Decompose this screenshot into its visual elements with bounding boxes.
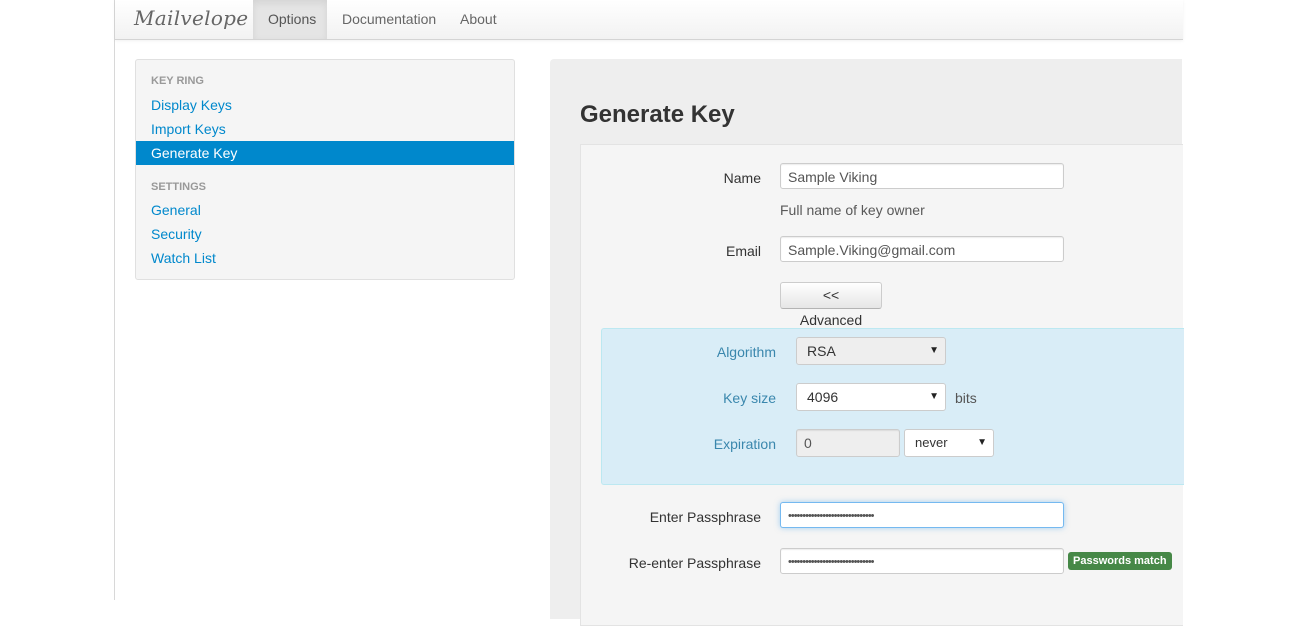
repassphrase-input[interactable]: ••••••••••••••••••••••••••••••	[780, 548, 1064, 574]
nav-about[interactable]: About	[445, 0, 512, 39]
sidebar-item-display-keys[interactable]: Display Keys	[136, 93, 514, 117]
navbar: Mailvelope Options Documentation About	[115, 0, 1183, 40]
email-input[interactable]: Sample.Viking@gmail.com	[780, 236, 1064, 262]
passphrase-label: Enter Passphrase	[649, 509, 761, 525]
passphrase-input[interactable]: ••••••••••••••••••••••••••••••	[780, 502, 1064, 528]
keysize-label: Key size	[723, 390, 776, 406]
algorithm-select[interactable]: RSA ▼	[796, 337, 946, 365]
algorithm-value: RSA	[807, 343, 836, 359]
expiration-input[interactable]: 0	[796, 429, 900, 457]
keysize-select[interactable]: 4096 ▼	[796, 383, 946, 411]
repassphrase-label: Re-enter Passphrase	[628, 555, 761, 571]
name-help-text: Full name of key owner	[780, 202, 925, 218]
algorithm-label: Algorithm	[716, 344, 776, 360]
advanced-options-panel: Algorithm RSA ▼ Key size 4096 ▼ bits Exp…	[601, 328, 1184, 485]
sidebar-header-key-ring: KEY RING	[151, 75, 204, 87]
passwords-match-badge: Passwords match	[1068, 552, 1172, 570]
advanced-toggle-button[interactable]: << Advanced	[780, 282, 882, 328]
expiration-label: Expiration	[713, 436, 776, 452]
keysize-unit: bits	[955, 390, 977, 406]
sidebar-header-settings: SETTINGS	[151, 181, 207, 193]
nav-documentation[interactable]: Documentation	[327, 0, 451, 39]
brand-logo[interactable]: Mailvelope	[134, 6, 248, 30]
generate-key-form: Name Sample Viking Full name of key owne…	[580, 144, 1184, 626]
email-label: Email	[725, 243, 761, 259]
name-input[interactable]: Sample Viking	[780, 163, 1064, 189]
sidebar: KEY RING Display Keys Import Keys Genera…	[135, 59, 515, 280]
sidebar-item-watch-list[interactable]: Watch List	[136, 246, 514, 270]
main-panel: Generate Key Name Sample Viking Full nam…	[550, 59, 1184, 626]
chevron-down-icon: ▼	[977, 437, 987, 448]
page-title: Generate Key	[580, 101, 735, 128]
sidebar-item-security[interactable]: Security	[136, 222, 514, 246]
sidebar-item-import-keys[interactable]: Import Keys	[136, 117, 514, 141]
name-label: Name	[723, 170, 761, 186]
sidebar-item-generate-key[interactable]: Generate Key	[136, 141, 514, 165]
sidebar-item-general[interactable]: General	[136, 198, 514, 222]
chevron-down-icon: ▼	[929, 345, 939, 356]
keysize-value: 4096	[807, 389, 839, 405]
nav-options[interactable]: Options	[253, 0, 327, 39]
expiration-unit-select[interactable]: never ▼	[904, 429, 994, 457]
expiration-unit-value: never	[915, 435, 948, 450]
chevron-down-icon: ▼	[929, 391, 939, 402]
